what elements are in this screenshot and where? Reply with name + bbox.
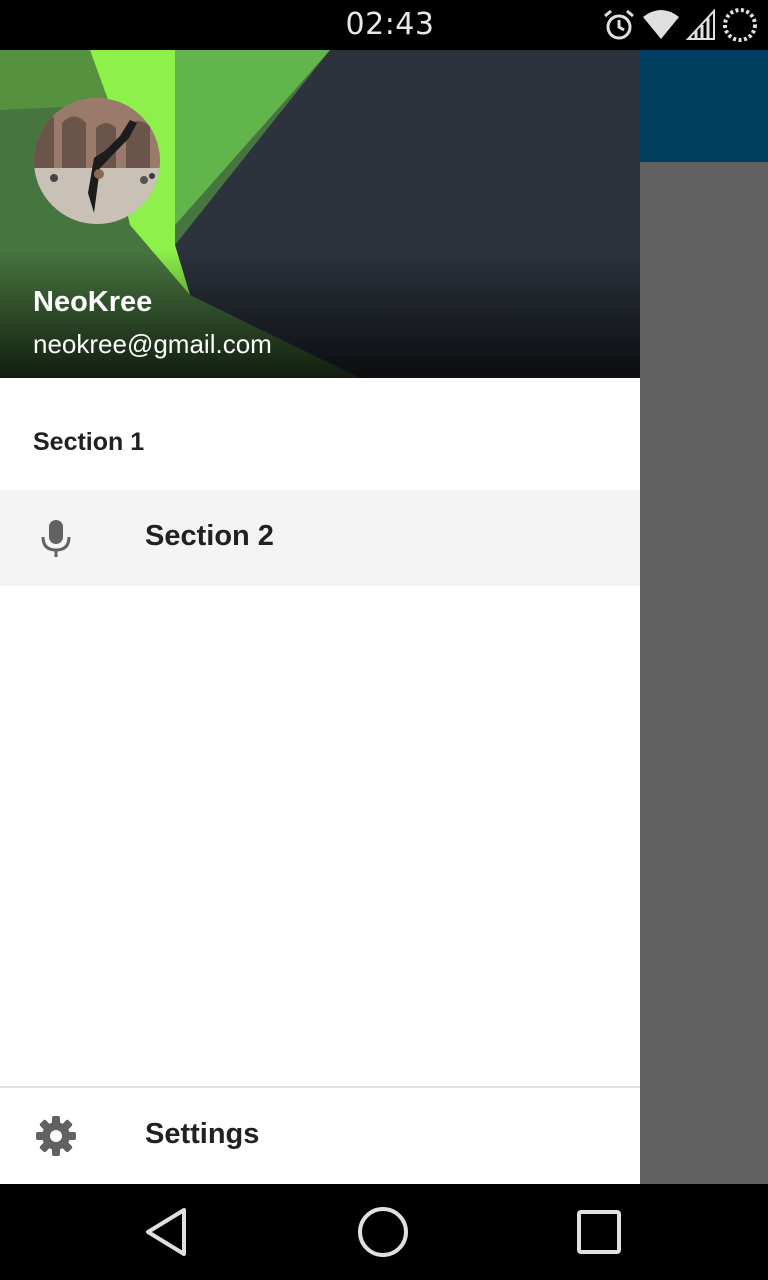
loading-icon xyxy=(722,7,758,43)
status-bar: 02:43 xyxy=(0,0,768,50)
avatar[interactable] xyxy=(34,98,160,224)
status-icons xyxy=(602,7,758,43)
recents-icon[interactable] xyxy=(571,1204,627,1260)
wifi-icon xyxy=(642,9,680,41)
navigation-drawer: NeoKree neokree@gmail.com Section 1 Sect… xyxy=(0,50,640,1184)
gear-icon xyxy=(32,1112,80,1160)
app-toolbar xyxy=(640,50,768,162)
drawer-item-label: Settings xyxy=(145,1118,260,1150)
section-header[interactable]: Section 1 xyxy=(33,428,144,457)
user-name: NeoKree xyxy=(33,286,153,318)
alarm-icon xyxy=(602,8,636,42)
user-email: neokree@gmail.com xyxy=(33,329,272,359)
drawer-item-settings[interactable]: Settings xyxy=(0,1088,640,1184)
home-icon[interactable] xyxy=(355,1204,411,1260)
microphone-icon xyxy=(32,514,80,562)
drawer-item-label: Section 2 xyxy=(145,520,274,552)
back-icon[interactable] xyxy=(138,1204,194,1260)
drawer-header: NeoKree neokree@gmail.com xyxy=(0,50,640,378)
drawer-item-section-2[interactable]: Section 2 xyxy=(0,490,640,586)
signal-icon xyxy=(686,9,716,41)
navigation-bar xyxy=(0,1184,768,1280)
